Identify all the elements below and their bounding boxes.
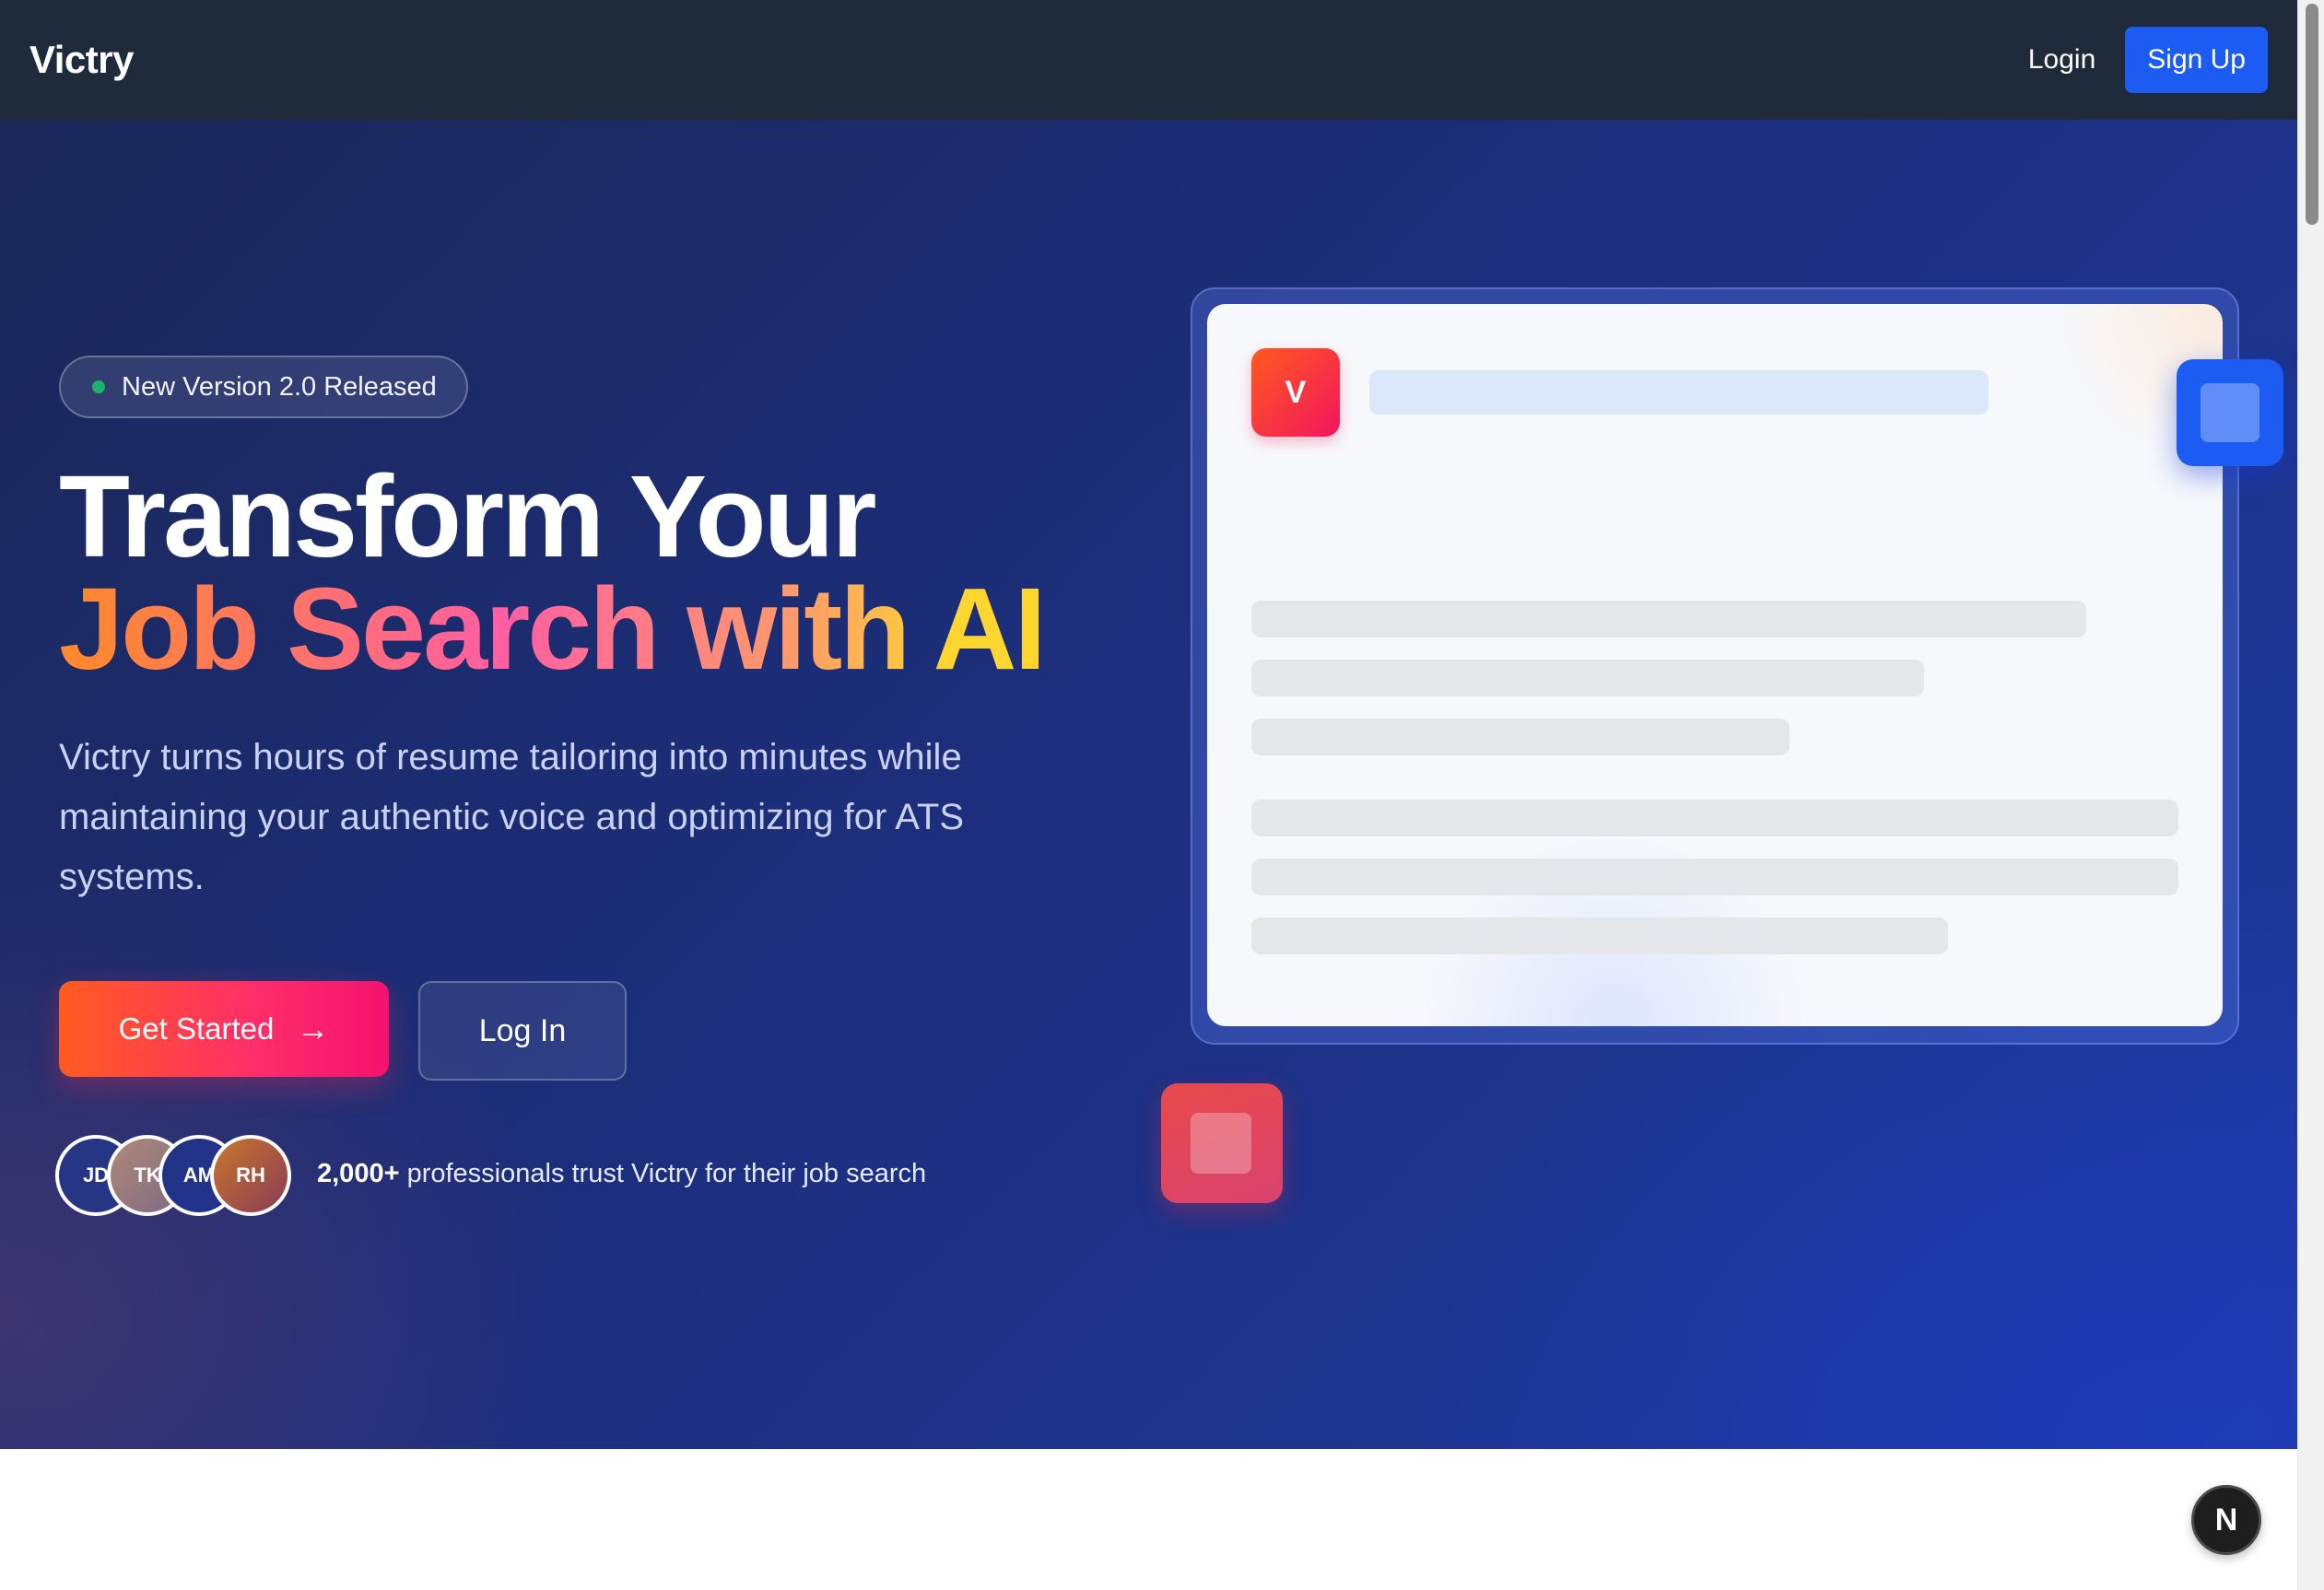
arrow-right-icon: → xyxy=(296,1010,330,1047)
mockup-line-placeholder xyxy=(1251,859,2178,895)
dev-tools-icon[interactable]: N xyxy=(2191,1485,2261,1555)
get-started-button[interactable]: Get Started → xyxy=(59,981,389,1077)
mockup-title-placeholder xyxy=(1369,370,1989,415)
release-badge: New Version 2.0 Released xyxy=(59,356,468,418)
log-in-button[interactable]: Log In xyxy=(418,981,627,1081)
avatar-stack: JD TK AM RH xyxy=(55,1135,295,1218)
mockup-line-placeholder xyxy=(1251,601,2086,637)
release-badge-label: New Version 2.0 Released xyxy=(122,371,437,402)
mockup-line-placeholder xyxy=(1251,800,2178,836)
scrollbar-thumb[interactable] xyxy=(2306,4,2318,225)
floating-square-icon xyxy=(2177,359,2283,466)
trust-label: professionals trust Victry for their job… xyxy=(399,1159,927,1188)
hero-headline: Transform Your Job Search with AI xyxy=(59,459,1047,694)
mockup-line-placeholder xyxy=(1251,719,1790,755)
trust-count: 2,000+ xyxy=(317,1159,400,1188)
nav-actions: Login Sign Up xyxy=(2028,27,2268,93)
headline-line-2: Job Search with AI xyxy=(59,564,1047,694)
brand-logo[interactable]: Victry xyxy=(29,38,134,82)
status-dot-icon xyxy=(92,380,105,393)
headline-line-1: Transform Your xyxy=(59,451,877,581)
mockup-line-placeholder xyxy=(1251,918,1948,954)
app-logo-icon: V xyxy=(1251,348,1340,437)
floating-square-icon xyxy=(1161,1083,1283,1203)
get-started-label: Get Started xyxy=(118,1011,275,1046)
resume-mockup-card: V xyxy=(1207,304,2223,1026)
mockup-line-placeholder xyxy=(1251,660,1924,696)
page-scrollbar[interactable] xyxy=(2297,0,2324,1590)
social-proof-text: 2,000+ professionals trust Victry for th… xyxy=(317,1159,926,1189)
top-navbar: Victry Login Sign Up xyxy=(0,0,2297,120)
avatar: RH xyxy=(210,1135,291,1216)
signup-button[interactable]: Sign Up xyxy=(2125,27,2268,93)
hero-description: Victry turns hours of resume tailoring i… xyxy=(59,737,965,897)
login-link[interactable]: Login xyxy=(2028,44,2095,76)
